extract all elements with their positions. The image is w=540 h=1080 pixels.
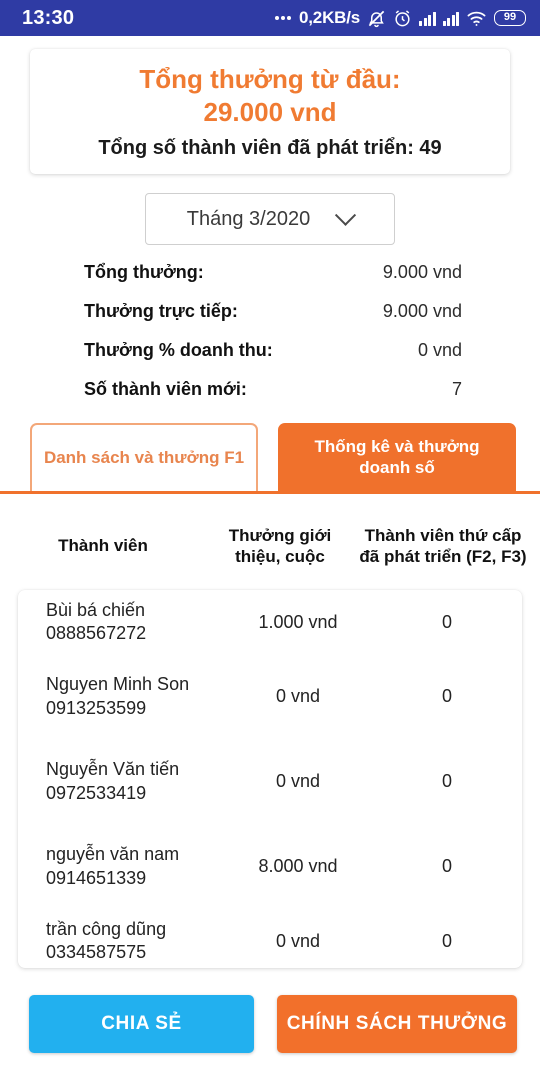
tab-bar: Danh sách và thưởng F1 Thống kê và thưởn… bbox=[0, 422, 540, 494]
table-header-bonus: Thưởng giới thiệu, cuộc bbox=[228, 525, 332, 566]
battery-icon: 99 bbox=[494, 10, 526, 26]
member-bonus: 8.000 vnd bbox=[258, 856, 338, 876]
bottom-button-bar: CHIA SẺ CHÍNH SÁCH THƯỞNG bbox=[0, 995, 540, 1053]
stat-value: 9.000 vnd bbox=[382, 301, 462, 321]
member-submembers: 0 bbox=[441, 930, 452, 951]
stat-label: Thưởng % doanh thu: bbox=[84, 340, 273, 360]
wifi-icon bbox=[466, 10, 487, 27]
member-name-cell: nguyễn văn nam 0914651339 bbox=[24, 843, 224, 889]
member-name-cell: Bùi bá chiến 0888567272 bbox=[24, 599, 224, 645]
table-header: Thành viên Thưởng giới thiệu, cuộc Thành… bbox=[0, 503, 540, 589]
tab-underline bbox=[0, 491, 540, 494]
summary-members-line: Tổng số thành viên đã phát triển: 49 bbox=[98, 137, 442, 160]
member-name: nguyễn văn nam bbox=[46, 844, 180, 865]
summary-card: Tổng thưởng từ đầu: 29.000 vnd Tổng số t… bbox=[30, 49, 510, 174]
app-root: 13:30 0,2KB/s 99 Tổng thưởng từ đầu: 29.… bbox=[0, 0, 540, 1080]
member-bonus: 0 vnd bbox=[275, 771, 321, 791]
alarm-clock-icon bbox=[393, 9, 412, 28]
member-bonus: 0 vnd bbox=[275, 686, 321, 706]
stat-row: Số thành viên mới: 7 bbox=[0, 379, 540, 418]
member-bonus: 1.000 vnd bbox=[258, 611, 338, 632]
table-row[interactable]: nguyễn văn nam 0914651339 8.000 vnd 0 bbox=[18, 824, 522, 909]
member-name: Nguyễn Văn tiến bbox=[46, 759, 180, 780]
member-phone: 0972533419 bbox=[46, 782, 147, 803]
chevron-down-icon bbox=[335, 204, 357, 226]
member-name: trần công dũng bbox=[46, 918, 167, 939]
stat-row: Thưởng % doanh thu: 0 vnd bbox=[0, 340, 540, 379]
member-submembers: 0 bbox=[441, 686, 452, 706]
table-row[interactable]: Nguyen Minh Son 0913253599 0 vnd 0 bbox=[18, 654, 522, 739]
member-submembers: 0 bbox=[441, 856, 452, 876]
status-bar-icons: 0,2KB/s 99 bbox=[275, 8, 526, 28]
table-row[interactable]: Nguyễn Văn tiến 0972533419 0 vnd 0 bbox=[18, 739, 522, 824]
member-submembers: 0 bbox=[441, 611, 452, 632]
stat-value: 9.000 vnd bbox=[382, 262, 462, 282]
status-bar-clock: 13:30 bbox=[22, 6, 75, 29]
member-submembers: 0 bbox=[441, 771, 452, 791]
stats-list: Tổng thưởng: 9.000 vnd Thưởng trực tiếp:… bbox=[0, 262, 540, 418]
member-name-cell: Nguyen Minh Son 0913253599 bbox=[24, 673, 224, 719]
table-row[interactable]: Bùi bá chiến 0888567272 1.000 vnd 0 bbox=[18, 590, 522, 654]
month-select-value: Tháng 3/2020 bbox=[186, 207, 311, 230]
member-name-cell: Nguyễn Văn tiến 0972533419 bbox=[24, 758, 224, 804]
bonus-policy-button[interactable]: CHÍNH SÁCH THƯỞNG bbox=[277, 995, 517, 1053]
member-name: Bùi bá chiến bbox=[46, 599, 146, 620]
summary-title: Tổng thưởng từ đầu: bbox=[139, 63, 401, 94]
bell-muted-icon bbox=[367, 9, 386, 28]
table-header-member: Thành viên bbox=[58, 536, 148, 556]
share-button[interactable]: CHIA SẺ bbox=[29, 995, 254, 1053]
member-bonus: 0 vnd bbox=[275, 930, 321, 951]
network-speed-label: 0,2KB/s bbox=[299, 8, 360, 27]
member-name: Nguyen Minh Son bbox=[46, 674, 190, 695]
stat-value: 7 bbox=[451, 379, 462, 399]
summary-amount: 29.000 vnd bbox=[203, 97, 337, 128]
table-header-submembers: Thành viên thứ cấp đã phát triển (F2, F3… bbox=[359, 525, 527, 566]
tab-sales-stats[interactable]: Thống kê và thưởng doanh số bbox=[278, 423, 516, 491]
network-activity-dots-icon bbox=[275, 16, 292, 20]
tab-f1-list[interactable]: Danh sách và thưởng F1 bbox=[30, 423, 258, 491]
signal-bars-icon bbox=[419, 11, 436, 26]
table-row[interactable]: trần công dũng 0334587575 0 vnd 0 bbox=[18, 909, 522, 968]
member-name-cell: trần công dũng 0334587575 bbox=[24, 918, 224, 964]
member-phone: 0914651339 bbox=[46, 867, 147, 888]
stat-label: Tổng thưởng: bbox=[84, 262, 204, 282]
members-table[interactable]: Bùi bá chiến 0888567272 1.000 vnd 0 Nguy… bbox=[18, 590, 522, 968]
stat-label: Số thành viên mới: bbox=[84, 379, 247, 399]
status-bar: 13:30 0,2KB/s 99 bbox=[0, 0, 540, 36]
stat-value: 0 vnd bbox=[417, 340, 462, 360]
stat-label: Thưởng trực tiếp: bbox=[84, 301, 238, 321]
member-phone: 0888567272 bbox=[46, 623, 147, 643]
stat-row: Thưởng trực tiếp: 9.000 vnd bbox=[0, 301, 540, 340]
signal-bars-icon bbox=[442, 11, 459, 26]
member-phone: 0913253599 bbox=[46, 697, 147, 718]
month-select[interactable]: Tháng 3/2020 bbox=[145, 193, 395, 245]
stat-row: Tổng thưởng: 9.000 vnd bbox=[0, 262, 540, 301]
member-phone: 0334587575 bbox=[46, 942, 147, 962]
